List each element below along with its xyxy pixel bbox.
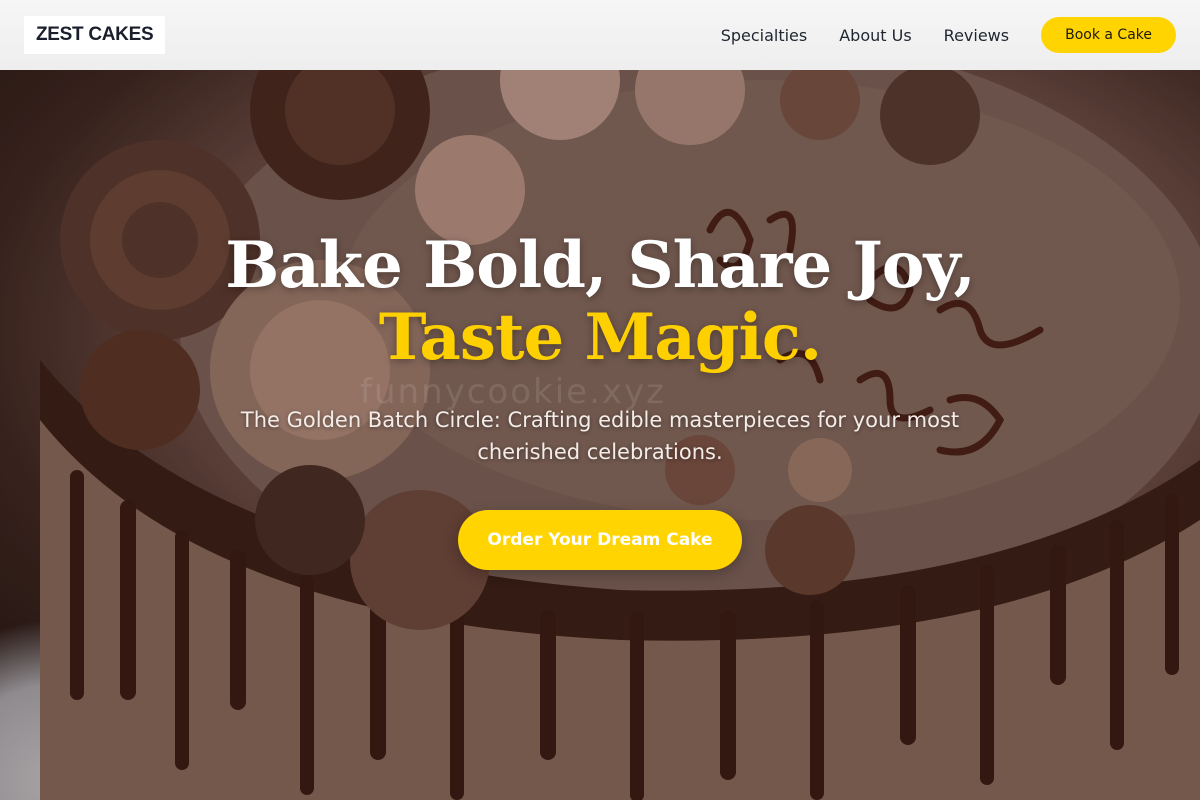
nav-link-reviews[interactable]: Reviews — [944, 26, 1009, 45]
nav-link-specialties[interactable]: Specialties — [721, 26, 808, 45]
hero-section: Bake Bold, Share Joy, Taste Magic. The G… — [0, 230, 1200, 570]
nav-link-about-us[interactable]: About Us — [839, 26, 911, 45]
book-a-cake-button[interactable]: Book a Cake — [1041, 17, 1176, 53]
hero-title-accent: Taste Magic. — [378, 300, 822, 375]
site-header: ZEST CAKES Specialties About Us Reviews … — [0, 0, 1200, 70]
brand-logo[interactable]: ZEST CAKES — [24, 16, 166, 54]
main-nav: Specialties About Us Reviews Book a Cake — [721, 17, 1176, 53]
hero-title: Bake Bold, Share Joy, Taste Magic. — [0, 230, 1200, 374]
hero-subtitle: The Golden Batch Circle: Crafting edible… — [240, 408, 960, 464]
hero-title-line-1: Bake Bold, Share Joy, — [225, 228, 976, 303]
order-dream-cake-button[interactable]: Order Your Dream Cake — [458, 510, 742, 570]
